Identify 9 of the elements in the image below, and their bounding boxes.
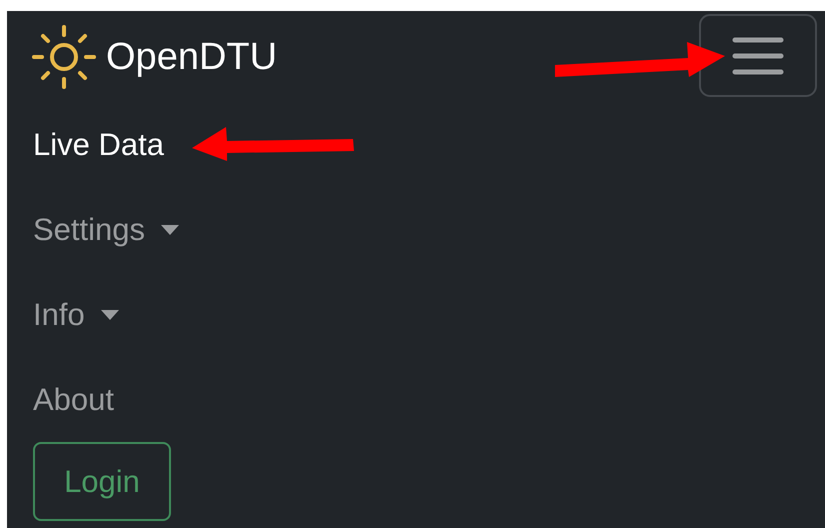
login-button[interactable]: Login — [33, 442, 171, 521]
nav-link[interactable]: Info — [33, 272, 119, 357]
nav-link[interactable]: Live Data — [33, 102, 164, 187]
nav-link[interactable]: About — [33, 357, 114, 442]
nav-link[interactable]: Settings — [33, 187, 180, 272]
sun-icon — [32, 25, 96, 89]
menu-icon — [732, 36, 784, 74]
menu-toggle-button[interactable] — [699, 14, 817, 97]
brand-name: OpenDTU — [106, 35, 278, 79]
